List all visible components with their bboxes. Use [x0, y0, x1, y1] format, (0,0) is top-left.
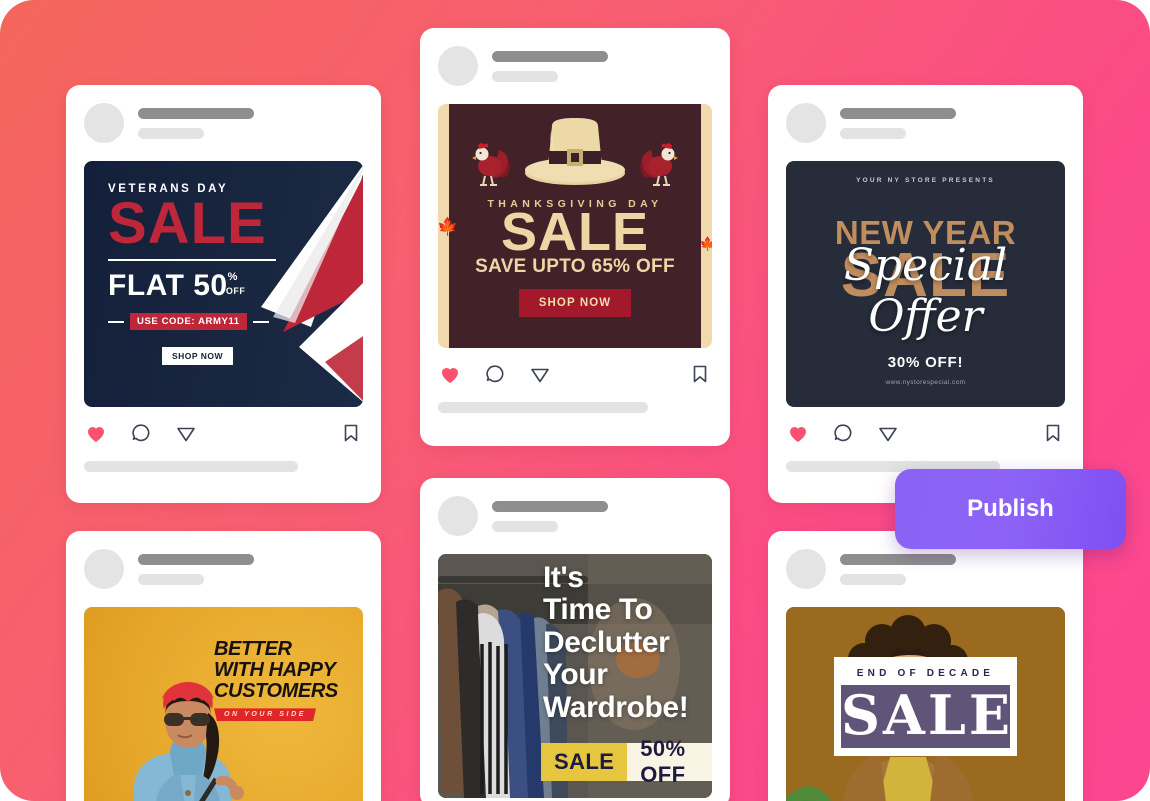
creative-headline-box: SALE	[841, 685, 1010, 748]
post-header	[768, 85, 1083, 143]
username-placeholder	[492, 50, 608, 62]
creative-thanksgiving: THANKSGIVING DAY SALE SAVE UPTO 65% OFF …	[438, 104, 712, 348]
headline-line2: Time To	[543, 593, 653, 627]
username-placeholder	[138, 553, 254, 565]
pilgrim-hat-icon	[525, 118, 625, 185]
post-actions	[66, 407, 381, 445]
username-placeholder	[840, 107, 956, 119]
username-placeholder	[492, 500, 608, 512]
creative-veterans-day: VETERANS DAY SALE FLAT 50 % OFF USE CODE…	[84, 161, 363, 407]
rule-left	[108, 320, 124, 323]
maple-leaf-icon-right: 🍁	[699, 236, 712, 251]
headline-line3: Declutter	[543, 625, 670, 659]
headline-line4: Your	[543, 658, 608, 692]
offer-tag-value: 50% OFF	[627, 736, 712, 787]
rooster-right-icon	[640, 143, 678, 186]
offer-main: FLAT 50	[108, 269, 228, 303]
maple-leaf-icon-left: 🍁	[438, 217, 459, 236]
creative-cta[interactable]: SHOP NOW	[162, 347, 234, 366]
creative-headline: SALE	[500, 202, 650, 262]
share-icon[interactable]	[174, 421, 198, 445]
post-card-veterans-day[interactable]: VETERANS DAY SALE FLAT 50 % OFF USE CODE…	[66, 85, 381, 503]
bookmark-icon[interactable]	[1041, 421, 1065, 445]
subtitle-placeholder	[840, 573, 906, 585]
headline-line1: It's	[543, 561, 584, 594]
headline-line5: Wardrobe!	[543, 690, 689, 724]
creative-kicker: YOUR NY STORE PRESENTS	[856, 177, 995, 184]
subtitle-placeholder	[492, 520, 558, 532]
username-placeholder	[138, 107, 254, 119]
share-icon[interactable]	[876, 421, 900, 445]
creative-end-of-decade: END OF DECADE SALE 50% OFF ON ALL PRODUC…	[786, 607, 1065, 801]
creative-headline: SALE	[108, 191, 267, 256]
subtitle-placeholder	[840, 127, 906, 139]
caption-placeholder	[84, 461, 298, 472]
creative-url: www.nystorespecial.com	[885, 379, 966, 386]
post-media[interactable]: VETERANS DAY SALE FLAT 50 % OFF USE CODE…	[84, 161, 363, 407]
post-card-declutter[interactable]: It's Time To Declutter Your Wardrobe! SA…	[420, 478, 730, 801]
post-media[interactable]: It's Time To Declutter Your Wardrobe! SA…	[438, 554, 712, 798]
offer-subscript: OFF	[225, 286, 246, 297]
post-header	[66, 531, 381, 589]
comment-icon[interactable]	[831, 421, 855, 445]
avatar	[786, 103, 826, 143]
share-icon[interactable]	[528, 362, 552, 386]
post-card-new-year[interactable]: YOUR NY STORE PRESENTS NEW YEAR SALE Spe…	[768, 85, 1083, 503]
creative-code-row: USE CODE: ARMY11	[108, 313, 269, 331]
post-card-thanksgiving[interactable]: THANKSGIVING DAY SALE SAVE UPTO 65% OFF …	[420, 28, 730, 446]
bookmark-icon[interactable]	[339, 421, 363, 445]
post-media[interactable]: BETTER WITH HAPPY CUSTOMERS ON YOUR SIDE	[84, 607, 363, 801]
thanksgiving-artwork	[470, 118, 680, 192]
comment-icon[interactable]	[483, 362, 507, 386]
creative-kicker: END OF DECADE	[856, 668, 995, 679]
post-header	[66, 85, 381, 143]
publish-button[interactable]: Publish	[895, 469, 1126, 549]
creative-declutter: It's Time To Declutter Your Wardrobe! SA…	[438, 554, 712, 798]
subtitle-placeholder	[138, 573, 204, 585]
creative-new-year: YOUR NY STORE PRESENTS NEW YEAR SALE Spe…	[786, 161, 1065, 407]
offer-tag-label: SALE	[541, 743, 628, 781]
creative-headline: It's Time To Declutter Your Wardrobe!	[543, 561, 689, 724]
post-card-happy-customers[interactable]: BETTER WITH HAPPY CUSTOMERS ON YOUR SIDE	[66, 531, 381, 801]
heart-icon[interactable]	[84, 421, 108, 445]
post-media[interactable]: YOUR NY STORE PRESENTS NEW YEAR SALE Spe…	[786, 161, 1065, 407]
creative-offer-bar: SALE 50% OFF	[541, 736, 712, 787]
creative-headline: SALE	[841, 683, 1014, 747]
avatar	[84, 103, 124, 143]
editor-canvas: VETERANS DAY SALE FLAT 50 % OFF USE CODE…	[0, 0, 1150, 801]
creative-cta[interactable]: SHOP NOW	[518, 288, 632, 317]
post-card-end-of-decade[interactable]: END OF DECADE SALE 50% OFF ON ALL PRODUC…	[768, 531, 1083, 801]
creative-code: USE CODE: ARMY11	[130, 313, 247, 331]
post-media[interactable]: THANKSGIVING DAY SALE SAVE UPTO 65% OFF …	[438, 104, 712, 348]
caption-placeholder	[438, 402, 648, 413]
subtitle-placeholder	[138, 127, 204, 139]
creative-offer: FLAT 50 % OFF	[108, 269, 245, 303]
creative-offer: 30% OFF!	[887, 354, 964, 371]
username-placeholder	[840, 553, 956, 565]
creative-happy-customers: BETTER WITH HAPPY CUSTOMERS ON YOUR SIDE	[84, 607, 363, 801]
creative-subline: SAVE UPTO 65% OFF	[475, 255, 675, 277]
avatar	[786, 549, 826, 589]
post-media[interactable]: END OF DECADE SALE 50% OFF ON ALL PRODUC…	[786, 607, 1065, 801]
post-actions	[768, 407, 1083, 445]
rooster-left-icon	[472, 143, 510, 186]
avatar	[438, 46, 478, 86]
shopper-photo	[134, 682, 244, 801]
subtitle-placeholder	[492, 70, 558, 82]
creative-headline-line1: BETTER	[214, 638, 292, 660]
comment-icon[interactable]	[129, 421, 153, 445]
post-header	[420, 28, 730, 86]
bookmark-icon[interactable]	[688, 362, 712, 386]
heart-icon[interactable]	[438, 362, 462, 386]
rule-right	[252, 320, 269, 323]
offer-superscript: %	[227, 271, 238, 284]
creative-script-overlay: Special Offer	[843, 240, 1008, 342]
divider	[108, 259, 276, 262]
creative-panel: END OF DECADE SALE	[834, 657, 1017, 756]
avatar	[438, 496, 478, 536]
post-header	[420, 478, 730, 536]
heart-icon[interactable]	[786, 421, 810, 445]
post-actions	[420, 348, 730, 386]
avatar	[84, 549, 124, 589]
